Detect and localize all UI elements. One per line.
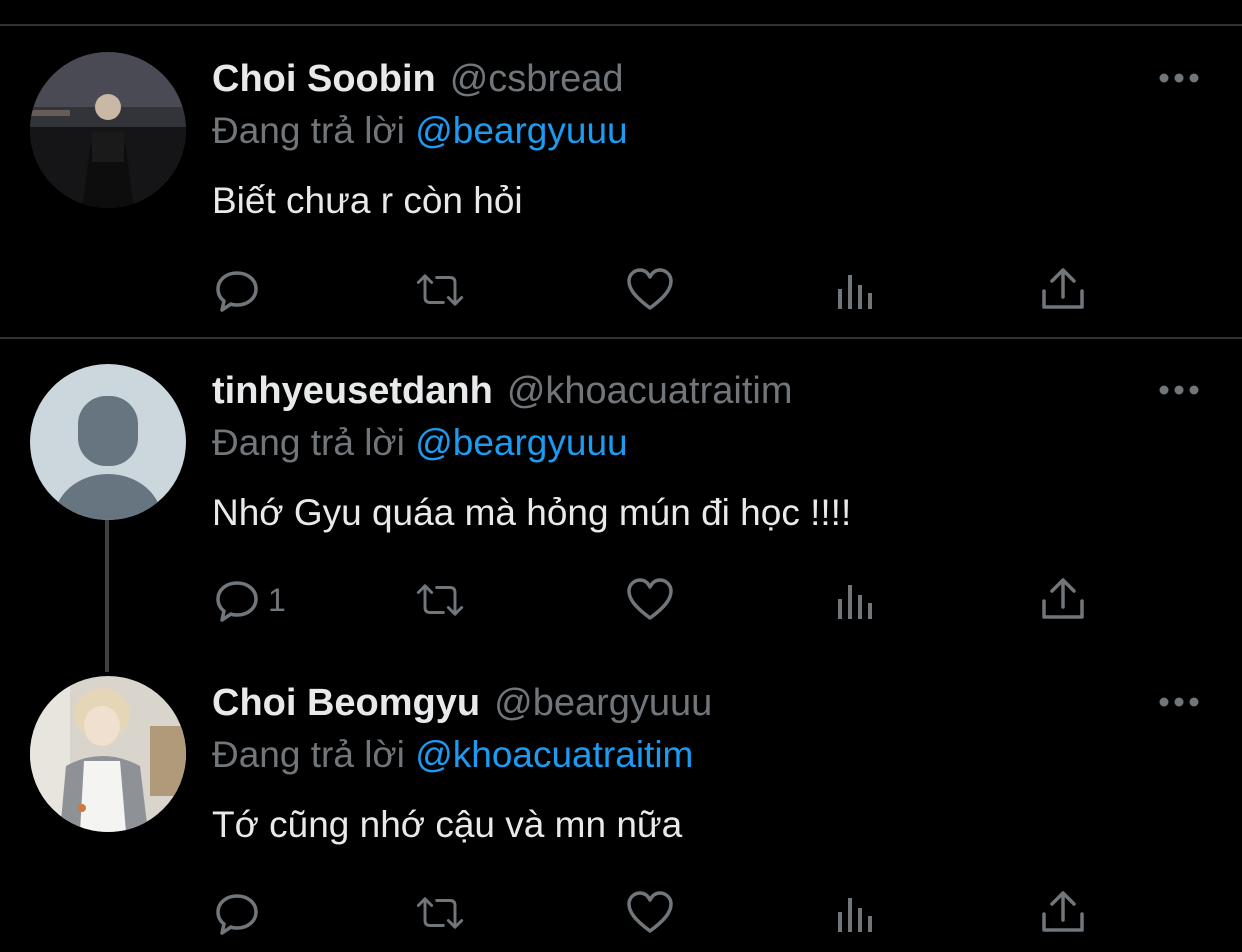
tweet-card[interactable]: tinhyeusetdanh @khoacuatraitim Đang trả l… xyxy=(0,340,1242,650)
share-icon xyxy=(1042,268,1084,309)
retweet-icon xyxy=(416,584,464,616)
tweet-header: tinhyeusetdanh @khoacuatraitim xyxy=(212,368,793,414)
mention-link[interactable]: @beargyuuu xyxy=(415,422,627,463)
display-name[interactable]: Choi Soobin xyxy=(212,58,436,100)
user-handle[interactable]: @beargyuuu xyxy=(494,682,712,724)
tweet-text: Biết chưa r còn hỏi xyxy=(212,180,523,221)
default-avatar[interactable] xyxy=(30,364,186,520)
analytics-icon xyxy=(838,585,872,619)
avatar[interactable] xyxy=(30,676,186,832)
heart-icon xyxy=(627,578,673,620)
reply-icon xyxy=(216,581,258,622)
analytics-button[interactable] xyxy=(832,265,882,315)
heart-icon xyxy=(627,268,673,310)
tweet-text: Tớ cũng nhớ cậu và mn nữa xyxy=(212,804,683,845)
share-button[interactable] xyxy=(1038,888,1088,938)
reply-button[interactable]: 1 xyxy=(212,575,286,625)
more-icon[interactable] xyxy=(1157,380,1201,400)
like-button[interactable] xyxy=(625,265,675,315)
share-button[interactable] xyxy=(1038,265,1088,315)
share-icon xyxy=(1042,578,1084,619)
display-name[interactable]: Choi Beomgyu xyxy=(212,682,480,724)
analytics-icon xyxy=(838,275,872,309)
retweet-icon xyxy=(416,274,464,306)
reply-button[interactable] xyxy=(212,265,268,315)
user-handle[interactable]: @csbread xyxy=(450,58,624,100)
more-icon[interactable] xyxy=(1157,692,1201,712)
like-button[interactable] xyxy=(625,575,675,625)
user-handle[interactable]: @khoacuatraitim xyxy=(507,370,793,412)
more-icon[interactable] xyxy=(1157,68,1201,88)
reply-icon xyxy=(216,894,258,935)
replying-prefix: Đang trả lời xyxy=(212,422,405,463)
mention-link[interactable]: @beargyuuu xyxy=(415,110,627,151)
tweet-header: Choi Soobin @csbread xyxy=(212,56,624,102)
replying-to-line: Đang trả lời @khoacuatraitim xyxy=(212,732,693,778)
analytics-button[interactable] xyxy=(832,575,882,625)
retweet-button[interactable] xyxy=(415,888,465,938)
display-name[interactable]: tinhyeusetdanh xyxy=(212,370,493,412)
tweet-header: Choi Beomgyu @beargyuuu xyxy=(212,680,712,726)
replying-prefix: Đang trả lời xyxy=(212,110,405,151)
tweet-card[interactable]: Choi Soobin @csbread Đang trả lời @beargy… xyxy=(0,0,1242,338)
reply-icon xyxy=(216,271,258,312)
reply-button[interactable] xyxy=(212,888,268,938)
retweet-button[interactable] xyxy=(415,265,465,315)
heart-icon xyxy=(627,891,673,933)
avatar[interactable] xyxy=(30,52,186,208)
action-bar: 1 xyxy=(212,575,1192,625)
analytics-icon xyxy=(838,898,872,932)
analytics-button[interactable] xyxy=(832,888,882,938)
replying-to-line: Đang trả lời @beargyuuu xyxy=(212,420,628,466)
tweet-divider xyxy=(0,337,1242,339)
replying-to-line: Đang trả lời @beargyuuu xyxy=(212,108,628,154)
action-bar xyxy=(212,265,1192,315)
mention-link[interactable]: @khoacuatraitim xyxy=(415,734,693,775)
replying-prefix: Đang trả lời xyxy=(212,734,405,775)
like-button[interactable] xyxy=(625,888,675,938)
retweet-button[interactable] xyxy=(415,575,465,625)
reply-count: 1 xyxy=(268,581,286,618)
share-button[interactable] xyxy=(1038,575,1088,625)
share-icon xyxy=(1042,891,1084,932)
action-bar xyxy=(212,888,1192,938)
retweet-icon xyxy=(416,897,464,929)
tweet-text: Nhớ Gyu quáa mà hỏng mún đi học !!!! xyxy=(212,492,852,533)
tweet-card[interactable]: Choi Beomgyu @beargyuuu Đang trả lời @kho… xyxy=(0,652,1242,952)
